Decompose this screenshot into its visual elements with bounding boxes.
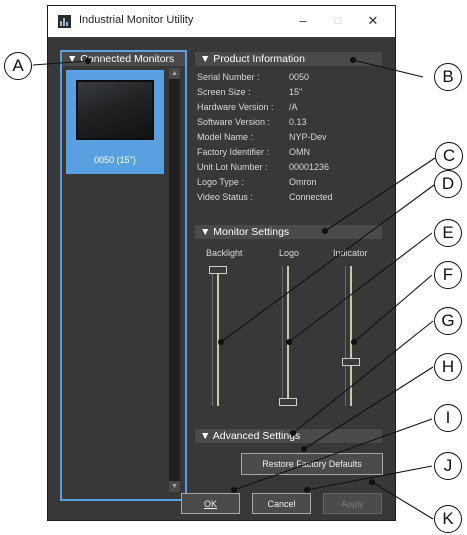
logo-type-value: Omron <box>289 177 317 187</box>
restore-factory-defaults-button[interactable]: Restore Factory Defaults <box>241 453 383 475</box>
unit-lot-number-value: 00001236 <box>289 162 330 172</box>
backlight-track <box>217 266 219 406</box>
indicator-handle[interactable] <box>342 358 360 367</box>
logo-handle[interactable] <box>279 398 297 406</box>
logo-slider[interactable] <box>278 266 298 406</box>
callout-i: I <box>434 404 462 432</box>
software-version-label: Software Version : <box>197 117 271 127</box>
backlight-handle[interactable] <box>209 266 227 274</box>
indicator-label: Indicator <box>333 248 368 258</box>
backlight-slider[interactable] <box>208 266 228 406</box>
hardware-version-value: /A <box>289 102 298 112</box>
app-window: Industrial Monitor Utility – □ ✕ ▼ Conne… <box>47 5 396 521</box>
callout-h: H <box>434 353 462 381</box>
callout-a: A <box>4 52 32 80</box>
callout-c: C <box>435 142 463 170</box>
factory-identifier-value: OMN <box>289 147 310 157</box>
app-icon <box>58 15 71 28</box>
serial-number-label: Serial Number : <box>197 72 260 82</box>
callout-e: E <box>434 219 462 247</box>
product-information-header[interactable]: ▼ Product Information <box>195 52 382 66</box>
logo-type-label: Logo Type : <box>197 177 244 187</box>
model-name-label: Model Name : <box>197 132 254 142</box>
scroll-up-icon[interactable]: ▲ <box>169 68 180 79</box>
hardware-version-label: Hardware Version : <box>197 102 274 112</box>
model-name-value: NYP-Dev <box>289 132 327 142</box>
logo-label: Logo <box>279 248 300 258</box>
indicator-track <box>350 266 352 406</box>
video-status-value: Connected <box>289 192 333 202</box>
factory-identifier-label: Factory Identifier : <box>197 147 270 157</box>
maximize-button[interactable]: □ <box>327 11 349 31</box>
apply-button[interactable]: Apply <box>323 493 382 514</box>
callout-d: D <box>434 170 462 198</box>
minimize-button[interactable]: – <box>292 11 314 31</box>
monitor-thumbnail-0050[interactable]: 0050 (15") <box>66 70 164 174</box>
ok-button[interactable]: OK <box>181 493 240 514</box>
screen-size-value: 15" <box>289 87 303 97</box>
monitor-image <box>76 80 154 140</box>
serial-number-value: 0050 <box>289 72 310 82</box>
monitor-settings-header[interactable]: ▼ Monitor Settings <box>195 225 382 239</box>
callout-b: B <box>434 63 462 91</box>
software-version-value: 0.13 <box>289 117 307 127</box>
connected-monitors-header[interactable]: ▼ Connected Monitors <box>62 52 185 66</box>
screen-size-label: Screen Size : <box>197 87 251 97</box>
cancel-button[interactable]: Cancel <box>252 493 311 514</box>
scroll-down-icon[interactable]: ▼ <box>169 481 180 492</box>
unit-lot-number-label: Unit Lot Number : <box>197 162 268 172</box>
monitor-list-scrollbar[interactable]: ▲ ▼ <box>169 68 180 492</box>
callout-g: G <box>434 307 462 335</box>
close-button[interactable]: ✕ <box>362 11 384 31</box>
callout-j: J <box>434 452 462 480</box>
callout-k: K <box>434 505 462 533</box>
callout-f: F <box>434 261 462 289</box>
monitor-thumbnail-label: 0050 (15") <box>94 155 136 165</box>
advanced-settings-header[interactable]: ▼ Advanced Settings <box>195 429 382 443</box>
video-status-label: Video Status : <box>197 192 253 202</box>
title-bar[interactable]: Industrial Monitor Utility – □ ✕ <box>48 6 395 37</box>
logo-track <box>287 266 289 406</box>
backlight-label: Backlight <box>206 248 243 258</box>
indicator-slider[interactable] <box>341 266 361 406</box>
connected-monitors-panel: ▼ Connected Monitors ▲ ▼ 0050 (15") <box>60 50 187 501</box>
window-title: Industrial Monitor Utility <box>79 14 194 26</box>
